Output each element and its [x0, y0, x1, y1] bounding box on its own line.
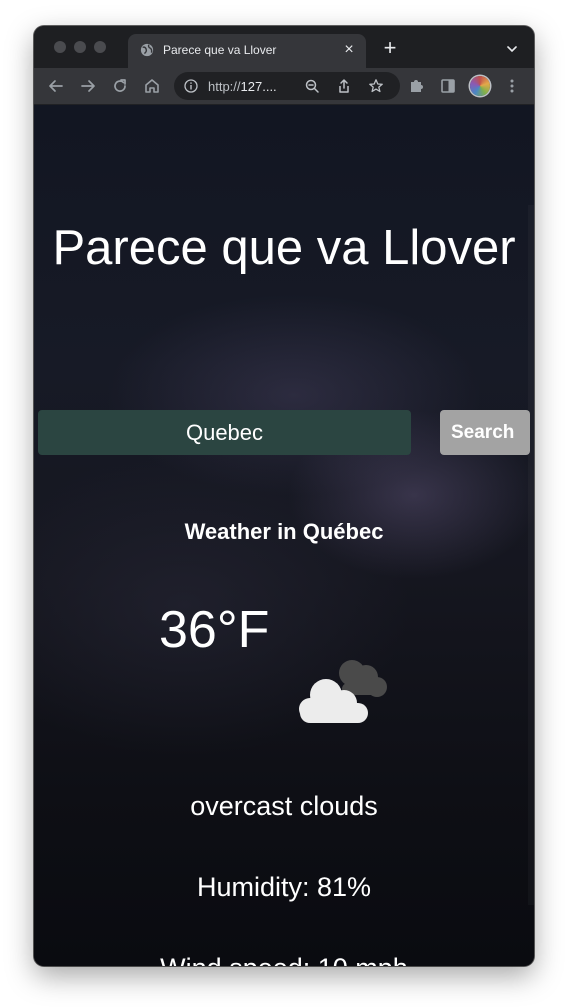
url-scheme: http:// [208, 79, 241, 94]
humidity-readout: Humidity: 81% [196, 872, 372, 902]
city-heading: Weather in Québec [184, 519, 384, 544]
url-host: 127.... [240, 79, 277, 94]
kebab-menu-icon[interactable] [502, 76, 522, 96]
page-content: Parece que va Llover Search Weather in Q… [34, 105, 534, 966]
weather-description: overcast clouds [190, 791, 378, 821]
forward-arrow-icon[interactable] [78, 76, 98, 96]
zoom-icon[interactable] [304, 78, 320, 94]
search-input[interactable] [38, 410, 411, 455]
star-icon[interactable] [368, 78, 384, 94]
back-arrow-icon[interactable] [46, 76, 66, 96]
url-text[interactable]: http://127.... [208, 79, 277, 94]
maximize-window-button[interactable] [94, 41, 106, 53]
close-window-button[interactable] [54, 41, 66, 53]
tab-close-button[interactable]: × [338, 39, 360, 61]
tab-title: Parece que va Llover [163, 43, 277, 57]
reload-icon[interactable] [110, 76, 130, 96]
overcast-clouds-icon [299, 660, 387, 723]
avatar[interactable] [470, 76, 490, 96]
chevron-down-icon[interactable] [502, 39, 522, 59]
page-title: Parece que va Llover [52, 221, 516, 275]
info-icon[interactable] [184, 79, 198, 93]
home-icon[interactable] [142, 76, 162, 96]
temperature: 36°F [159, 601, 270, 659]
browser-window: Parece que va Llover × + http://127.... … [34, 26, 534, 966]
puzzle-icon[interactable] [406, 76, 426, 96]
share-icon[interactable] [336, 78, 352, 94]
globe-icon [140, 43, 154, 57]
new-tab-button[interactable]: + [378, 36, 402, 60]
address-bar[interactable]: http://127.... [174, 72, 400, 100]
wind-speed-readout: Wind speed: 10 mph [34, 953, 534, 966]
search-button[interactable]: Search [440, 410, 530, 455]
minimize-window-button[interactable] [74, 41, 86, 53]
browser-toolbar: http://127.... [34, 68, 534, 105]
side-panel-icon[interactable] [438, 76, 458, 96]
tab-strip: Parece que va Llover × + [34, 26, 534, 68]
browser-tab[interactable]: Parece que va Llover × [128, 34, 366, 68]
